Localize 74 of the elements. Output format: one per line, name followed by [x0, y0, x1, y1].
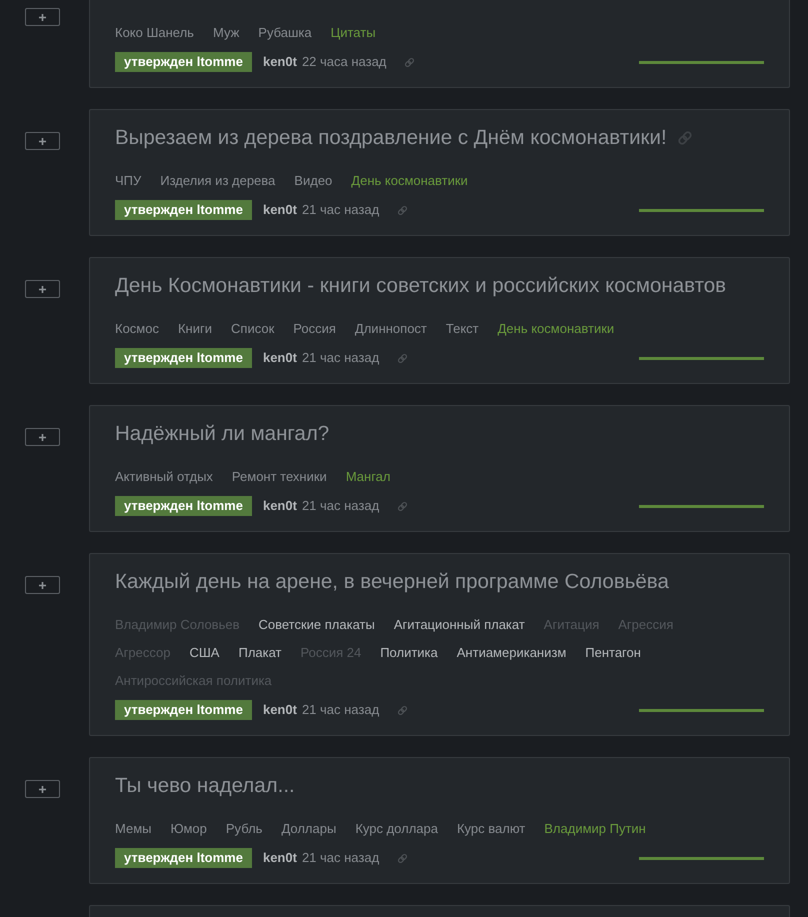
- tag[interactable]: ЧПУ: [115, 171, 142, 191]
- plus-icon: [39, 14, 46, 20]
- post-title[interactable]: Вырезаем из дерева поздравление с Днём космонавтики!: [115, 124, 667, 152]
- tag[interactable]: Агитационный плакат: [394, 615, 525, 635]
- tag[interactable]: Видео: [294, 171, 332, 191]
- tag[interactable]: Книги: [178, 319, 212, 339]
- tag[interactable]: Цитаты: [330, 23, 376, 43]
- tag[interactable]: День космонавтики: [498, 319, 614, 339]
- link-icon[interactable]: [397, 352, 408, 364]
- author-link[interactable]: ken0t: [262, 52, 297, 72]
- author-link[interactable]: ken0t: [262, 200, 297, 220]
- plus-icon: [39, 434, 46, 440]
- link-icon[interactable]: [397, 852, 408, 864]
- approval-badge: утвержден ltomme: [115, 348, 252, 368]
- post-title[interactable]: День Космонавтики - книги советских и российских космонавтов: [115, 272, 726, 300]
- tag[interactable]: Муж: [212, 23, 240, 43]
- tag[interactable]: Текст: [446, 319, 479, 339]
- tag[interactable]: Мангал: [346, 467, 390, 487]
- toggle-button[interactable]: [25, 280, 60, 298]
- post-time: 21 час назад: [302, 497, 380, 516]
- tag[interactable]: Россия: [293, 319, 336, 339]
- toggle-button[interactable]: [25, 576, 60, 594]
- author-link[interactable]: ken0t: [262, 348, 297, 368]
- plus-icon: [39, 786, 46, 792]
- tag[interactable]: Советские плакаты: [258, 615, 375, 635]
- approval-badge: утвержден ltomme: [115, 200, 252, 220]
- link-icon[interactable]: [404, 56, 416, 68]
- tag[interactable]: Плакат: [238, 643, 282, 663]
- tag[interactable]: Рубашка: [258, 23, 312, 43]
- plus-icon: [39, 582, 46, 588]
- post-title[interactable]: Надёжный ли мангал?: [115, 420, 330, 448]
- post-time: 21 час назад: [302, 201, 380, 220]
- post-title[interactable]: Ты чево наделал...: [115, 772, 295, 800]
- post-time: 22 часа назад: [302, 53, 386, 72]
- tag[interactable]: Доллары: [281, 819, 336, 839]
- tag[interactable]: Политика: [380, 643, 438, 663]
- author-link[interactable]: ken0t: [262, 700, 297, 720]
- plus-icon: [39, 138, 46, 144]
- tag[interactable]: Владимир Путин: [544, 819, 646, 839]
- post-time: 21 час назад: [302, 349, 380, 368]
- post-time: 21 час назад: [302, 701, 380, 720]
- link-icon[interactable]: [676, 130, 693, 146]
- approval-badge: утвержден ltomme: [115, 52, 252, 72]
- tag[interactable]: Ремонт техники: [232, 467, 327, 487]
- tag[interactable]: Антиамериканизм: [456, 643, 566, 663]
- tag[interactable]: Активный отдых: [115, 467, 213, 487]
- toggle-button[interactable]: [25, 428, 60, 446]
- tag[interactable]: Список: [231, 319, 274, 339]
- toggle-button[interactable]: [25, 8, 60, 26]
- author-link[interactable]: ken0t: [262, 848, 297, 868]
- approval-badge: утвержден ltomme: [115, 848, 252, 868]
- tag[interactable]: Курс валют: [456, 819, 526, 839]
- tag[interactable]: Рубль: [226, 819, 262, 839]
- toggle-button[interactable]: [25, 132, 60, 150]
- tag[interactable]: Мемы: [115, 819, 152, 839]
- tag[interactable]: США: [189, 643, 220, 663]
- tag[interactable]: Коко Шанель: [115, 23, 194, 43]
- link-icon[interactable]: [397, 704, 408, 716]
- link-icon[interactable]: [397, 204, 408, 216]
- post-time: 21 час назад: [302, 849, 380, 868]
- tag[interactable]: Юмор: [170, 819, 207, 839]
- toggle-button[interactable]: [25, 780, 60, 798]
- author-link[interactable]: ken0t: [262, 496, 297, 516]
- plus-icon: [39, 286, 46, 292]
- approval-badge: утвержден ltomme: [115, 496, 252, 516]
- tag[interactable]: День космонавтики: [351, 171, 468, 191]
- tag[interactable]: Пентагон: [585, 643, 641, 663]
- tag[interactable]: Изделия из дерева: [160, 171, 276, 191]
- post-title[interactable]: Каждый день на арене, в вечерней программе Соловьёва: [115, 568, 669, 596]
- tag[interactable]: Космос: [115, 319, 159, 339]
- approval-badge: утвержден ltomme: [115, 700, 252, 720]
- tag[interactable]: Курс доллара: [355, 819, 438, 839]
- tag[interactable]: Длиннопост: [354, 319, 427, 339]
- link-icon[interactable]: [397, 500, 408, 512]
